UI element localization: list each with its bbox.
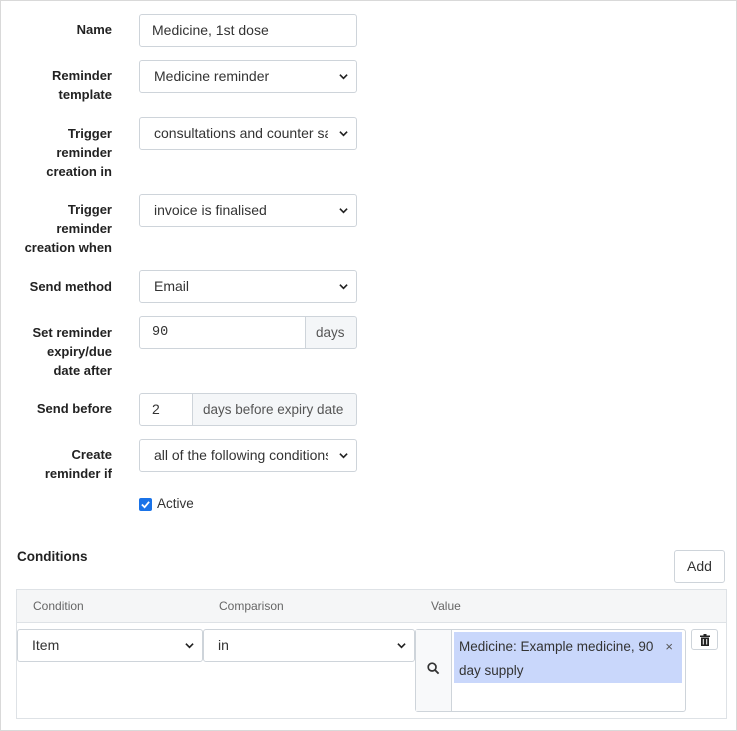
name-label: Name: [76, 22, 112, 37]
active-label[interactable]: Active: [157, 496, 194, 511]
header-comparison: Comparison: [219, 599, 284, 613]
trigger-when-label: Trigger reminder creation when: [24, 202, 112, 255]
conditions-table-header: Condition Comparison Value: [17, 590, 726, 623]
add-condition-button[interactable]: Add: [674, 550, 725, 583]
selected-value-chip: Medicine: Example medicine, 90 day suppl…: [454, 632, 682, 683]
chevron-down-icon: [339, 453, 348, 459]
trigger-when-select[interactable]: invoice is finalised: [139, 194, 357, 227]
condition-select[interactable]: Item: [17, 629, 203, 662]
search-icon: [427, 662, 440, 675]
trigger-in-label: Trigger reminder creation in: [46, 126, 112, 179]
check-icon: [141, 501, 150, 509]
send-method-select[interactable]: Email: [139, 270, 357, 303]
chevron-down-icon: [339, 74, 348, 80]
send-method-label: Send method: [29, 279, 112, 294]
active-checkbox[interactable]: [139, 498, 152, 511]
remove-chip-icon[interactable]: ×: [665, 635, 673, 659]
reminder-template-select[interactable]: Medicine reminder: [139, 60, 357, 93]
create-if-select[interactable]: all of the following conditions: [139, 439, 357, 472]
delete-condition-button[interactable]: [691, 629, 718, 650]
chevron-down-icon: [339, 131, 348, 137]
expiry-days-addon: days: [305, 316, 357, 349]
trigger-in-select[interactable]: consultations and counter sales: [139, 117, 357, 150]
trash-icon: [700, 634, 710, 646]
chevron-down-icon: [339, 284, 348, 290]
expiry-days-input[interactable]: 90: [139, 316, 307, 349]
chevron-down-icon: [397, 643, 406, 649]
header-value: Value: [431, 599, 461, 613]
header-condition: Condition: [33, 599, 84, 613]
expiry-label: Set reminder expiry/due date after: [32, 325, 112, 378]
comparison-select[interactable]: in: [203, 629, 415, 662]
name-input[interactable]: Medicine, 1st dose: [139, 14, 357, 47]
chevron-down-icon: [185, 643, 194, 649]
create-if-label: Create reminder if: [44, 447, 112, 481]
send-before-input[interactable]: 2: [139, 393, 193, 426]
search-button[interactable]: [416, 630, 452, 711]
chevron-down-icon: [339, 208, 348, 214]
reminder-template-label: Reminder template: [52, 68, 112, 102]
send-before-label: Send before: [36, 401, 112, 416]
conditions-title: Conditions: [17, 549, 88, 564]
send-before-addon: days before expiry date: [192, 393, 357, 426]
